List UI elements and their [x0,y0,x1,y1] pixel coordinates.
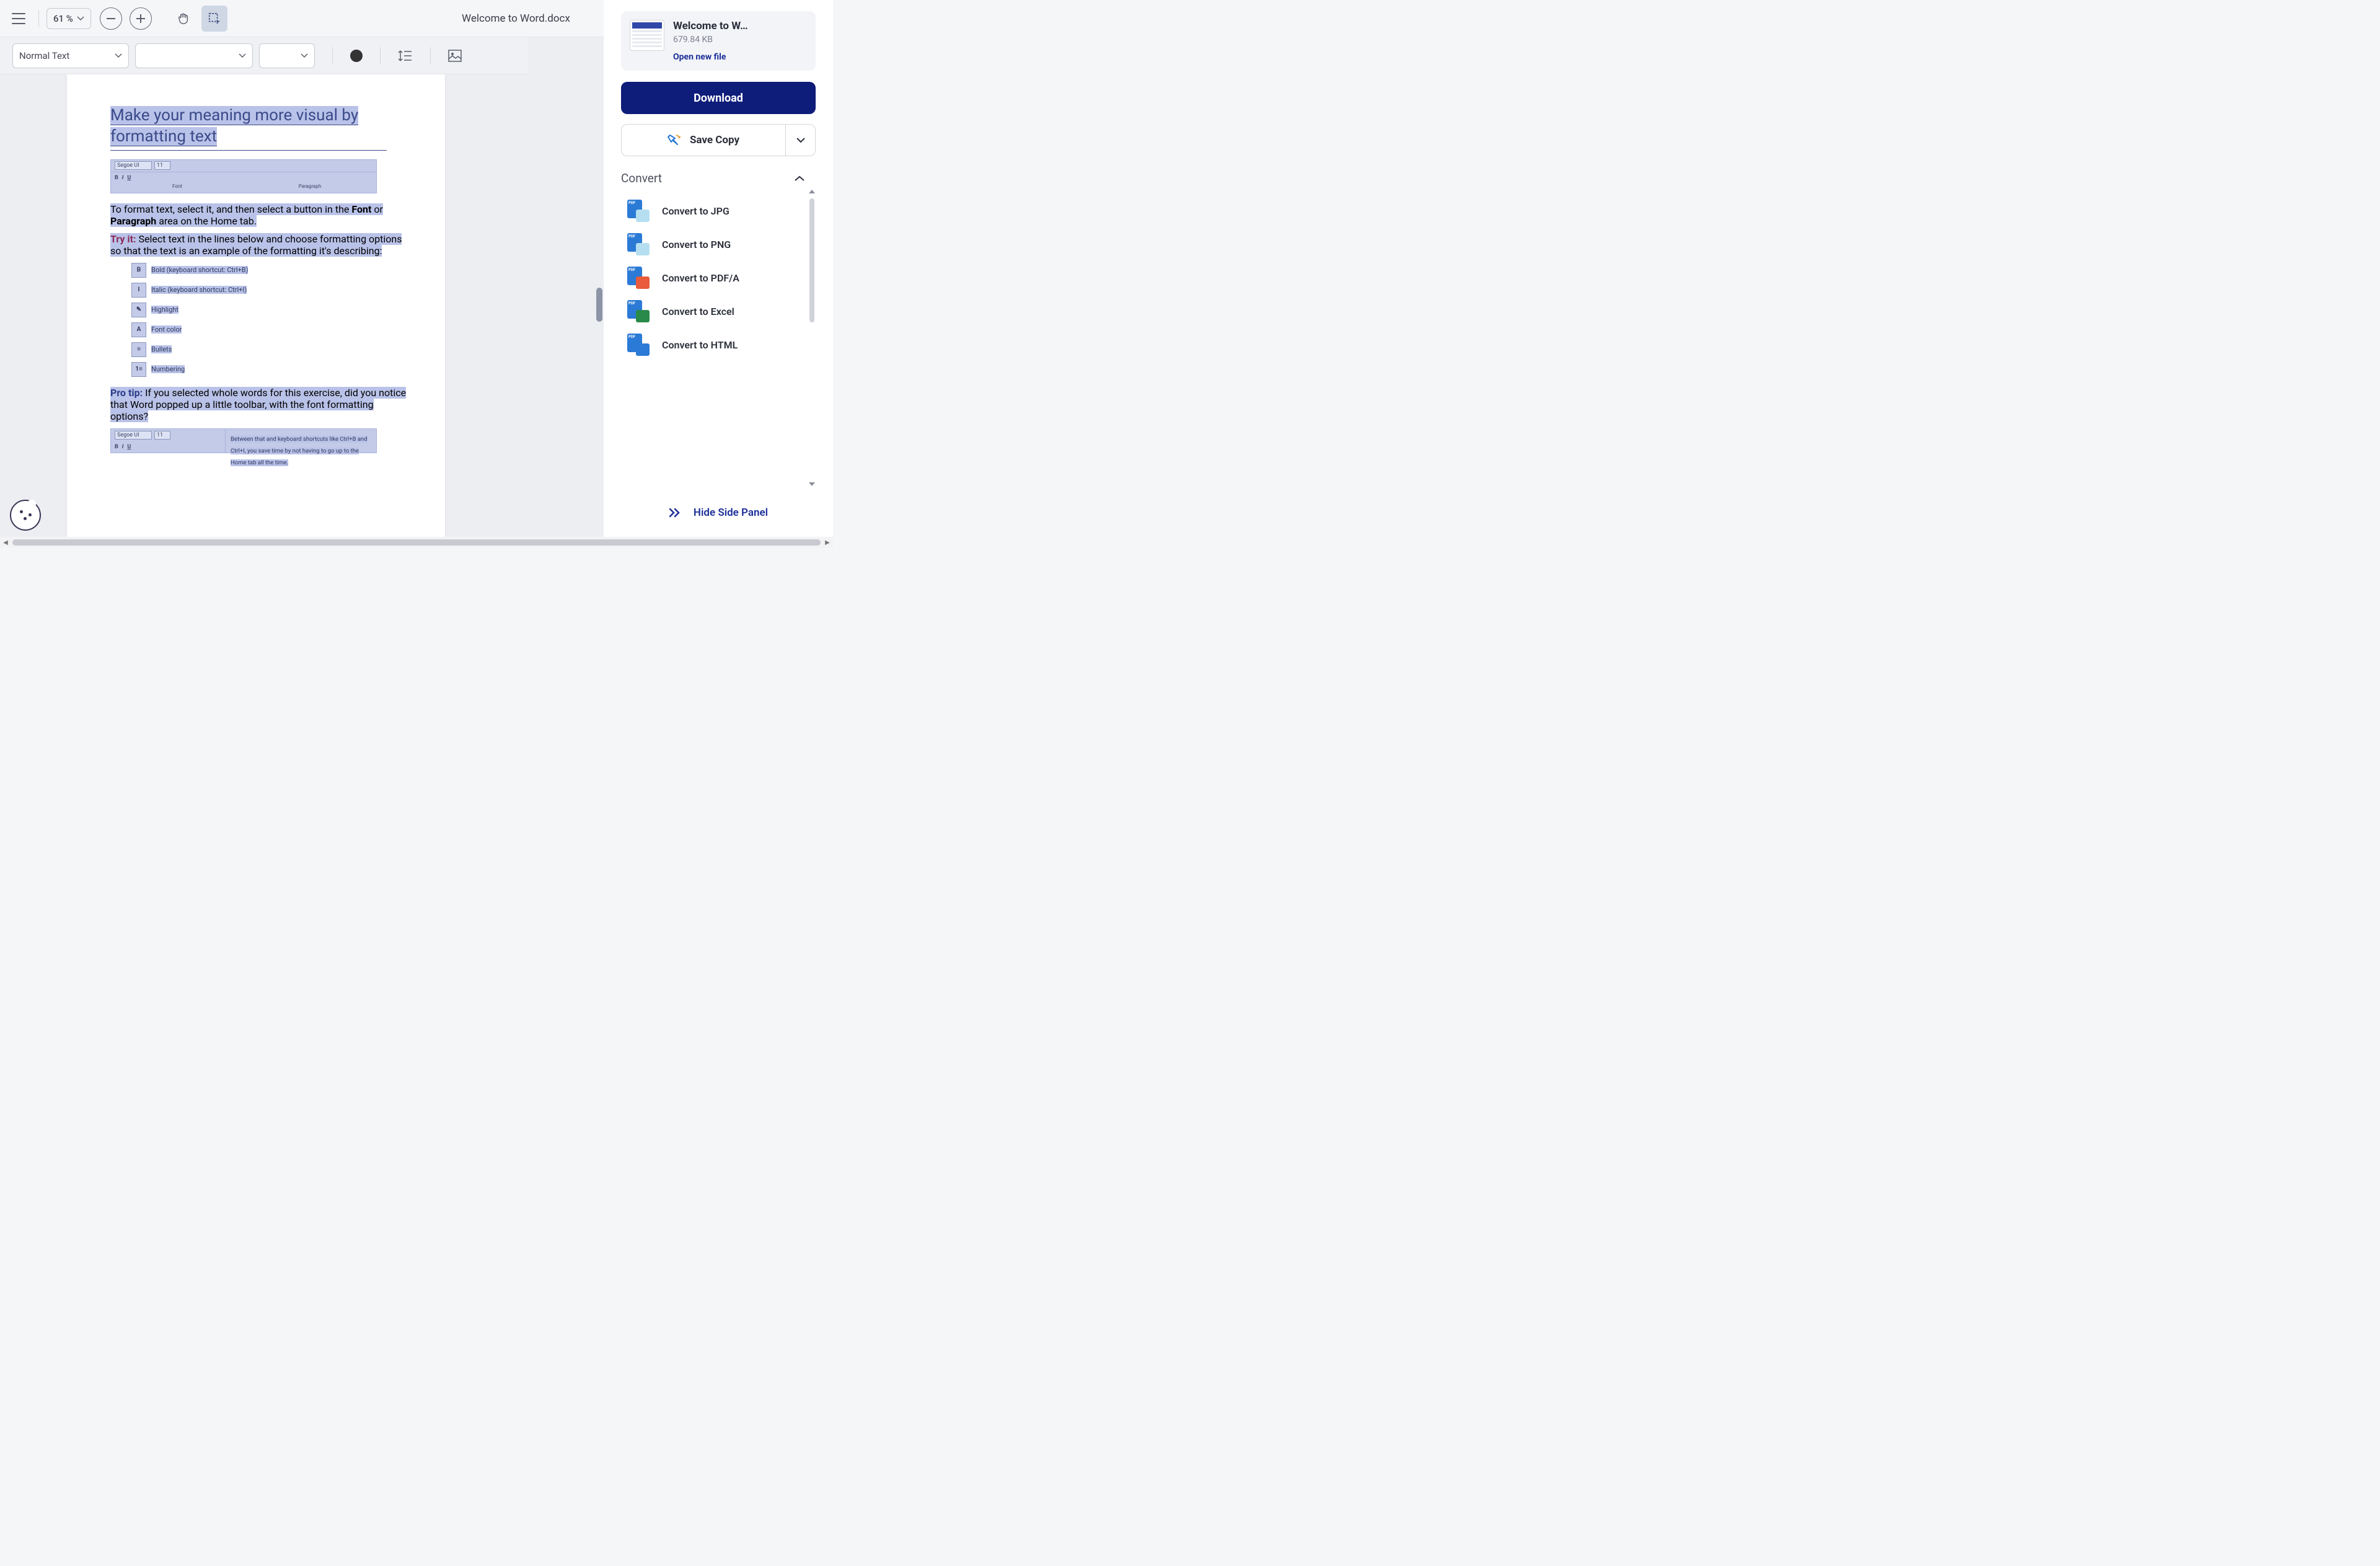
convert-section: Convert Convert to JPG Convert to PNG Conv… [621,171,816,497]
document-page[interactable]: Make your meaning more visual by formatt… [67,74,445,537]
convert-label: Convert to Excel [662,306,734,317]
side-panel: Welcome to W… 679.84 KB Open new file Do… [604,0,833,537]
chevron-down-icon [77,16,84,21]
hide-panel-label: Hide Side Panel [694,507,768,519]
insert-image-button[interactable] [448,50,462,62]
format-icon: A [131,322,146,337]
ribbon-font: Segoe UI [115,161,152,170]
file-name: Welcome to W… [673,20,748,32]
format-label: Italic (keyboard shortcut: Ctrl+I) [151,286,247,294]
hide-side-panel-button[interactable]: Hide Side Panel [621,497,816,528]
scroll-left-button[interactable]: ◀ [0,539,11,546]
format-label: Bullets [151,345,172,353]
convert-icon [627,233,650,255]
zoom-value: 61 % [53,13,73,24]
text-color-button[interactable] [350,50,363,62]
chevron-down-icon [115,53,122,58]
convert-label: Convert to HTML [662,339,738,351]
vertical-scrollbar-thumb[interactable] [596,288,602,322]
format-icon: I [131,283,146,298]
content-area: Normal Text Make your meaning more visua… [0,37,604,537]
doc-heading: Make your meaning more visual by formatt… [110,106,358,146]
format-example-item: ≡ Bullets [131,342,408,357]
chevron-down-icon [301,53,308,58]
format-example-item: I Italic (keyboard shortcut: Ctrl+I) [131,283,408,298]
format-example-item: B Bold (keyboard shortcut: Ctrl+B) [131,263,408,278]
doc-paragraph: To format text, select it, and then sele… [110,203,408,227]
ribbon2-font: Segoe UI [115,431,152,440]
convert-icon [627,300,650,322]
convert-header: Convert [621,171,662,185]
ribbon-label-font: Font [111,184,244,193]
convert-option[interactable]: Convert to PDF/A [621,261,816,294]
horizontal-scrollbar-thumb[interactable] [12,539,821,546]
divider [332,47,333,64]
zoom-out-button[interactable] [100,7,122,30]
save-copy-dropdown[interactable] [785,125,815,156]
pan-tool-button[interactable] [170,6,196,32]
scroll-up-button[interactable] [808,188,816,195]
divider [380,47,381,64]
convert-icon [627,200,650,222]
file-size: 679.84 KB [673,35,748,45]
format-icon: 1≡ [131,362,146,377]
convert-option[interactable]: Convert to JPG [621,194,816,228]
convert-option[interactable]: Convert to HTML [621,328,816,361]
convert-icon [627,334,650,356]
convert-label: Convert to JPG [662,205,729,217]
save-copy-button[interactable]: Save Copy [621,124,816,156]
chevron-right-double-icon [669,508,681,518]
chevron-down-icon [796,137,805,143]
format-icon: ≡ [131,342,146,357]
file-thumbnail [630,20,664,51]
doc-paragraph: Between that and keyboard shortcuts like… [231,436,368,467]
divider [38,10,39,27]
paragraph-style-select[interactable]: Normal Text [12,43,129,68]
font-family-select[interactable] [135,43,253,68]
convert-option[interactable]: Convert to Excel [621,294,816,328]
style-value: Normal Text [19,50,69,61]
select-tool-button[interactable] [201,6,227,32]
scroll-right-button[interactable]: ▶ [822,539,833,546]
file-info-card: Welcome to W… 679.84 KB Open new file [621,11,816,71]
convert-scrollbar-thumb[interactable] [809,198,814,322]
line-spacing-button[interactable] [398,49,413,63]
chevron-down-icon [239,53,246,58]
format-example-item: 1≡ Numbering [131,362,408,377]
zoom-select[interactable]: 61 % [46,8,91,29]
open-new-file-link[interactable]: Open new file [673,52,748,62]
horizontal-scrollbar[interactable]: ◀ ▶ [0,537,833,548]
format-label: Numbering [151,365,185,373]
format-icon: B [131,263,146,278]
zoom-in-button[interactable] [130,7,152,30]
format-example-item: A Font color [131,322,408,337]
mini-toolbar-screenshot: Segoe UI 11 BIU Between that and keyboar… [110,428,377,453]
convert-icon [627,267,650,289]
format-label: Font color [151,325,182,334]
convert-label: Convert to PDF/A [662,272,739,284]
font-size-select[interactable] [259,43,315,68]
format-toolbar: Normal Text [0,37,528,74]
format-label: Bold (keyboard shortcut: Ctrl+B) [151,266,248,274]
ribbon2-size: 11 [154,431,170,440]
format-label: Highlight [151,306,178,314]
ribbon-screenshot: Segoe UI 11 BIU Font Paragraph [110,159,377,193]
divider [430,47,431,64]
format-example-item: ✎ Highlight [131,303,408,317]
format-icon: ✎ [131,303,146,317]
ribbon-label-paragraph: Paragraph [244,184,376,193]
save-copy-label: Save Copy [690,134,739,146]
download-button[interactable]: Download [621,82,816,114]
menu-button[interactable] [6,6,31,31]
convert-label: Convert to PNG [662,239,731,250]
convert-option[interactable]: Convert to PNG [621,228,816,261]
doc-paragraph: Pro tip: If you selected whole words for… [110,387,408,422]
collapse-convert-button[interactable] [795,175,804,182]
ribbon-size: 11 [154,161,170,170]
cookie-consent-button[interactable] [10,500,41,531]
save-copy-icon [668,133,682,148]
scroll-down-button[interactable] [808,481,816,487]
doc-paragraph: Try it: Select text in the lines below a… [110,233,408,257]
